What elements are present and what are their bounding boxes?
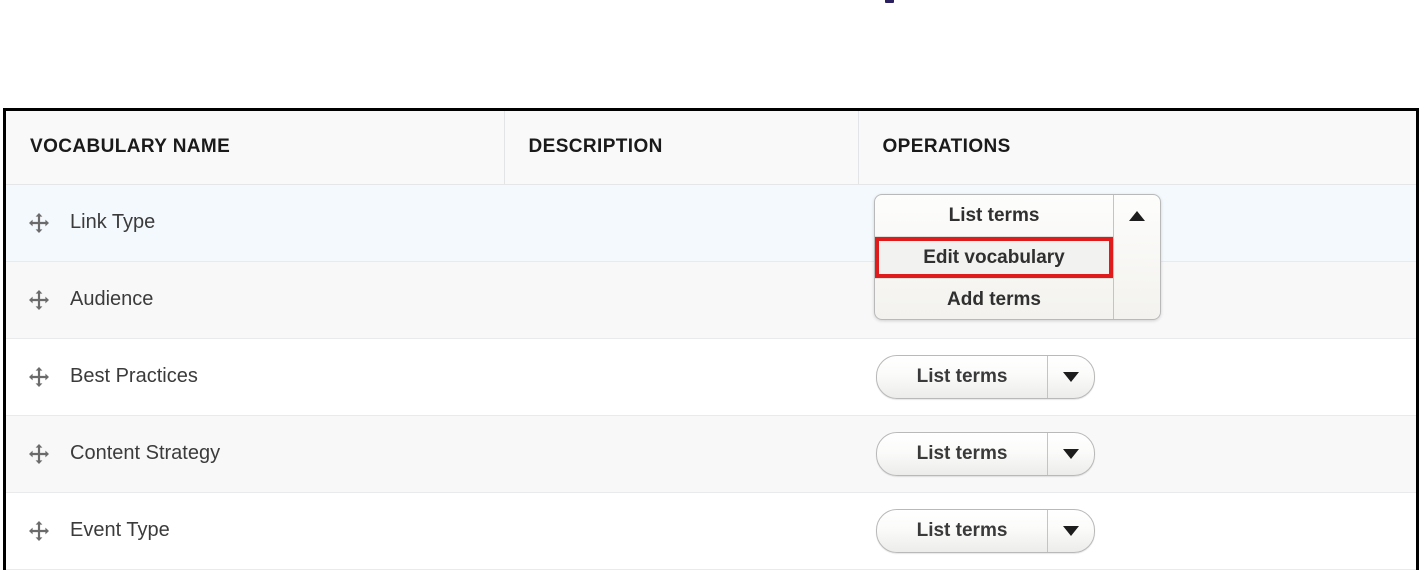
page-top-artifact	[885, 0, 894, 3]
operations-menu-item[interactable]: Add terms	[875, 278, 1113, 320]
vocabulary-description-cell	[504, 492, 858, 569]
column-header-vocabulary-name: VOCABULARY NAME	[6, 111, 504, 184]
operations-dropbutton-toggle[interactable]	[1047, 510, 1094, 552]
move-cross-icon[interactable]	[28, 366, 50, 388]
caret-down-icon	[1063, 449, 1079, 459]
table-row: Best Practices List terms	[6, 338, 1416, 415]
move-cross-icon[interactable]	[28, 520, 50, 542]
list-terms-button[interactable]: List terms	[877, 433, 1047, 475]
operations-dropbutton-open[interactable]: List termsEdit vocabularyAdd terms	[874, 194, 1161, 320]
column-header-operations: OPERATIONS	[858, 111, 1416, 184]
vocabulary-description-cell	[504, 338, 858, 415]
operations-dropbutton[interactable]: List terms	[876, 355, 1095, 399]
table-header: VOCABULARY NAME DESCRIPTION OPERATIONS	[6, 111, 1416, 184]
operations-dropbutton-collapse-toggle[interactable]	[1113, 195, 1160, 319]
vocabulary-table: VOCABULARY NAME DESCRIPTION OPERATIONS L…	[6, 111, 1416, 570]
table-row: Content Strategy List terms	[6, 415, 1416, 492]
vocabulary-name-label: Event Type	[70, 519, 170, 542]
operations-dropbutton-toggle[interactable]	[1047, 356, 1094, 398]
table-body: Link Type Audience Best Practices List term…	[6, 184, 1416, 569]
operations-menu-item[interactable]: List terms	[875, 195, 1113, 236]
operations-dropbutton-toggle[interactable]	[1047, 433, 1094, 475]
table-row: Audience	[6, 261, 1416, 338]
operations-menu-item[interactable]: Edit vocabulary	[875, 236, 1113, 278]
move-cross-icon[interactable]	[28, 443, 50, 465]
list-terms-button[interactable]: List terms	[877, 510, 1047, 552]
caret-up-icon	[1129, 211, 1145, 221]
caret-down-icon	[1063, 526, 1079, 536]
vocabulary-name-label: Link Type	[70, 211, 155, 234]
vocabulary-name-label: Best Practices	[70, 365, 198, 388]
vocabulary-name-label: Audience	[70, 288, 153, 311]
vocabulary-name-cell: Link Type	[6, 184, 504, 261]
operations-cell: List terms	[858, 492, 1416, 569]
vocabulary-table-container: VOCABULARY NAME DESCRIPTION OPERATIONS L…	[3, 108, 1419, 570]
vocabulary-name-cell: Audience	[6, 261, 504, 338]
table-header-row: VOCABULARY NAME DESCRIPTION OPERATIONS	[6, 111, 1416, 184]
vocabulary-description-cell	[504, 261, 858, 338]
column-header-description: DESCRIPTION	[504, 111, 858, 184]
vocabulary-description-cell	[504, 415, 858, 492]
operations-menu: List termsEdit vocabularyAdd terms	[875, 195, 1113, 319]
operations-dropbutton[interactable]: List terms	[876, 509, 1095, 553]
vocabulary-name-cell: Event Type	[6, 492, 504, 569]
move-cross-icon[interactable]	[28, 212, 50, 234]
operations-cell: List terms	[858, 415, 1416, 492]
vocabulary-description-cell	[504, 184, 858, 261]
vocabulary-name-cell: Content Strategy	[6, 415, 504, 492]
operations-cell: List terms	[858, 338, 1416, 415]
caret-down-icon	[1063, 372, 1079, 382]
vocabulary-name-label: Content Strategy	[70, 442, 220, 465]
move-cross-icon[interactable]	[28, 289, 50, 311]
operations-dropbutton[interactable]: List terms	[876, 432, 1095, 476]
table-row: Link Type	[6, 184, 1416, 261]
vocabulary-name-cell: Best Practices	[6, 338, 504, 415]
table-row: Event Type List terms	[6, 492, 1416, 569]
list-terms-button[interactable]: List terms	[877, 356, 1047, 398]
